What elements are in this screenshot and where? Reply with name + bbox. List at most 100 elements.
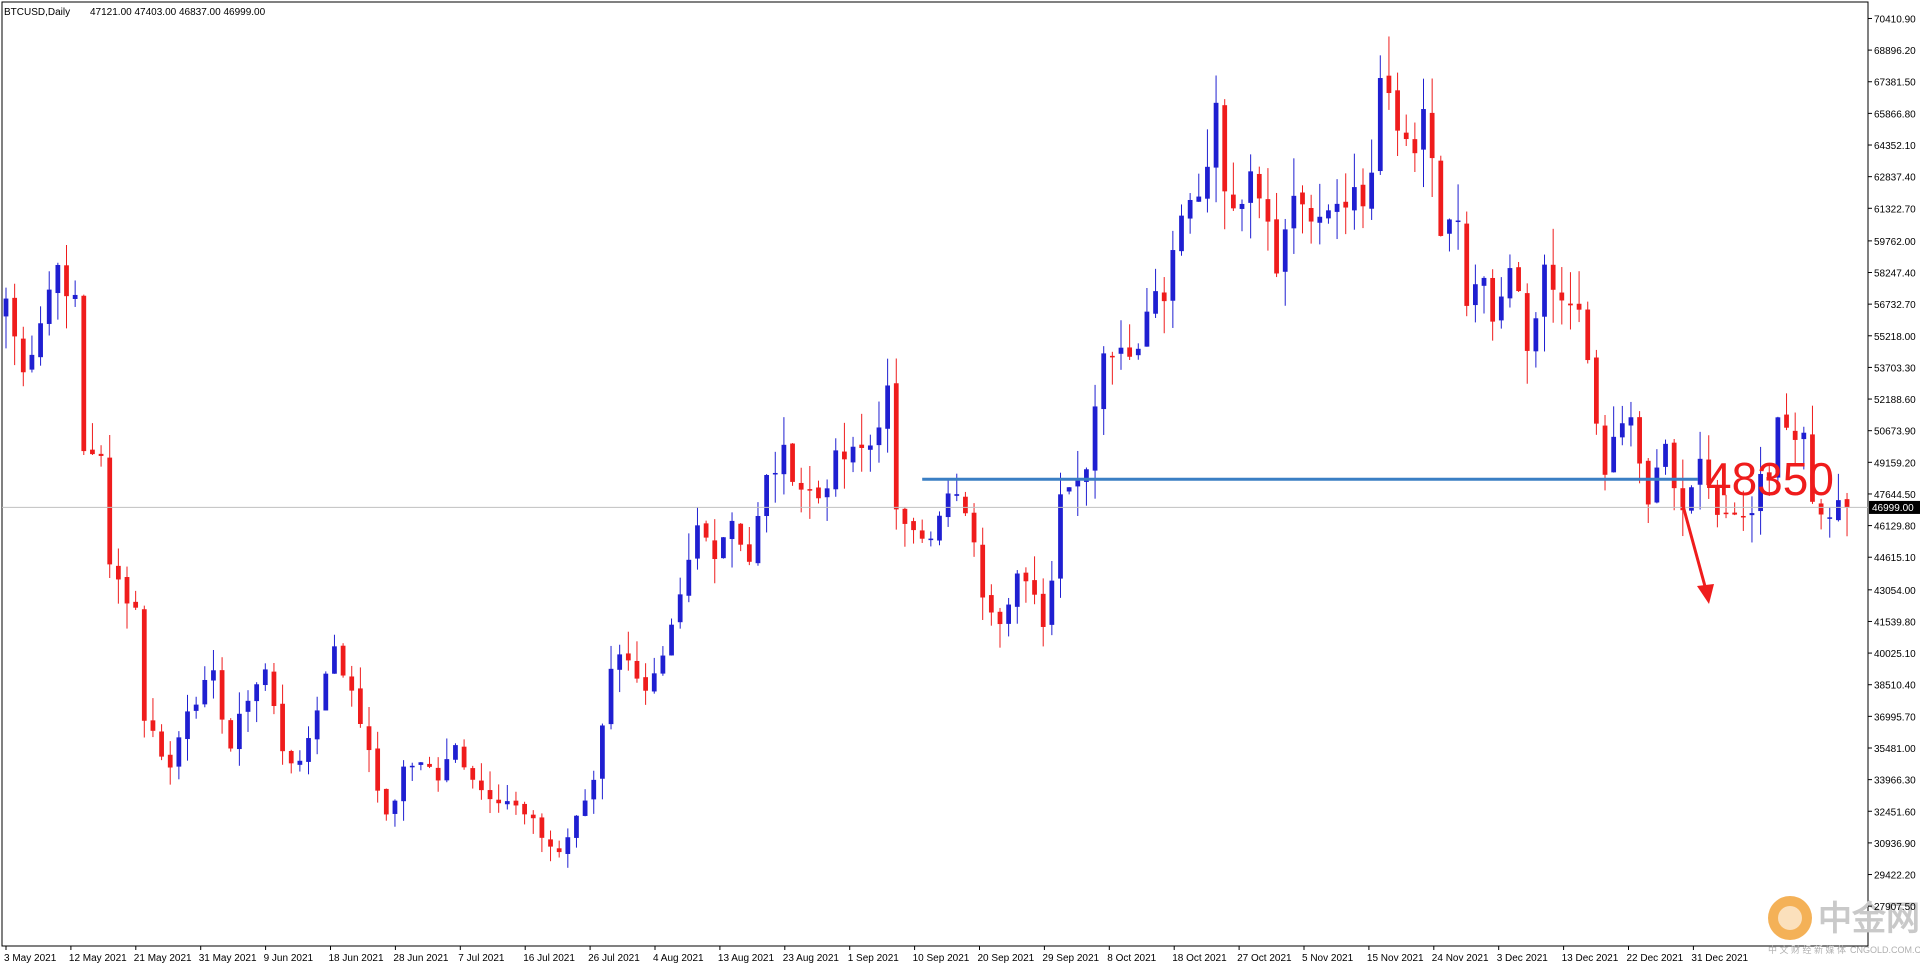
candle-body (167, 754, 173, 768)
candle-body (1749, 513, 1755, 516)
candle-body (1101, 353, 1107, 410)
candle-body (1611, 436, 1617, 473)
candle-body (1533, 318, 1539, 352)
candle-body (470, 768, 476, 780)
y-tick-label: 36995.70 (1874, 712, 1916, 723)
candle-body (1472, 284, 1478, 306)
x-tick-label: 13 Dec 2021 (1562, 953, 1619, 964)
y-tick-label: 62837.40 (1874, 173, 1916, 184)
candle-body (107, 457, 113, 565)
y-tick-label: 40025.10 (1874, 649, 1916, 660)
candle-body (1386, 75, 1392, 94)
x-tick-label: 15 Nov 2021 (1367, 953, 1424, 964)
candle-body (1827, 517, 1833, 519)
x-tick-label: 22 Dec 2021 (1627, 953, 1684, 964)
candle-body (556, 848, 562, 853)
candle-body (1524, 293, 1530, 351)
candle-body (867, 445, 873, 450)
candle-body (816, 487, 821, 499)
candle-body (1671, 442, 1677, 489)
candle-body (401, 766, 406, 802)
x-tick-label: 23 Aug 2021 (783, 953, 840, 964)
candle-body (29, 354, 35, 370)
candle-body (1291, 195, 1297, 229)
candle-body (1351, 187, 1357, 211)
candle-body (893, 383, 899, 510)
candle-body (1092, 406, 1098, 471)
candle-body (902, 508, 908, 524)
candle-body (729, 520, 735, 540)
candle-body (1801, 432, 1807, 440)
candle-body (1014, 573, 1020, 607)
y-tick-label: 41539.80 (1874, 617, 1916, 628)
candle (1438, 155, 1444, 237)
current-price-tag: 46999.00 (1869, 500, 1920, 514)
candle-body (1144, 311, 1150, 347)
y-tick-label: 38510.40 (1874, 681, 1916, 692)
candle-body (202, 679, 208, 705)
candle-body (1464, 223, 1470, 306)
y-tick-label: 29422.20 (1874, 871, 1916, 882)
candle-body (332, 646, 337, 674)
candle-body (81, 295, 87, 452)
candle-body (565, 837, 571, 854)
candle-body (582, 800, 588, 816)
candle-body (55, 264, 61, 294)
candle-body (236, 713, 242, 750)
candle-body (781, 444, 787, 475)
candle (1594, 349, 1599, 435)
candle-body (885, 385, 890, 429)
candle-body (746, 544, 752, 562)
candle-body (1542, 264, 1547, 317)
candle-body (245, 700, 251, 712)
candle-body (997, 611, 1003, 625)
chart-background (0, 0, 1920, 968)
candle-body (695, 525, 700, 559)
candle-body (1654, 467, 1660, 503)
candle-body (418, 762, 424, 765)
candle-body (219, 670, 225, 720)
x-tick-label: 26 Jul 2021 (588, 953, 640, 964)
candle-body (919, 530, 925, 539)
candle-body (1740, 515, 1746, 518)
candle-body (945, 493, 951, 518)
candle-body (755, 515, 761, 564)
x-tick-label: 16 Jul 2021 (523, 953, 575, 964)
candle-body (1023, 572, 1029, 582)
candle-body (530, 814, 536, 819)
y-tick-label: 61322.70 (1874, 204, 1916, 215)
level-annotation: 48350 (1706, 453, 1834, 505)
candle-body (600, 725, 605, 779)
candle-body (1585, 309, 1591, 361)
candle-body (1412, 139, 1418, 154)
x-tick-label: 27 Oct 2021 (1237, 953, 1292, 964)
candle-body (625, 653, 631, 661)
candle (81, 294, 87, 456)
x-tick-label: 29 Sep 2021 (1042, 953, 1099, 964)
candle-body (185, 711, 190, 740)
candle (1585, 301, 1591, 364)
candle-body (1403, 132, 1409, 140)
candle-body (288, 750, 294, 764)
x-tick-label: 7 Jul 2021 (458, 953, 505, 964)
candle-body (1377, 78, 1383, 172)
x-tick-label: 4 Aug 2021 (653, 953, 704, 964)
candle-body (1784, 414, 1789, 428)
candle-body (409, 765, 415, 768)
candle-body (487, 790, 493, 800)
candle-body (712, 540, 718, 560)
y-tick-label: 68896.20 (1874, 46, 1916, 57)
candle-body (1550, 264, 1556, 290)
symbol-label: BTCUSD,Daily (4, 7, 70, 18)
candle-body (643, 677, 648, 691)
candle-body (539, 817, 545, 838)
candle-body (971, 512, 977, 543)
candle-body (20, 338, 26, 373)
candle-body (115, 565, 121, 580)
candle-body (98, 453, 104, 456)
x-tick-label: 28 Jun 2021 (393, 953, 448, 964)
candle-body (133, 601, 139, 608)
candle-body (928, 538, 934, 541)
candle-body (254, 684, 260, 702)
candle-body (262, 669, 268, 686)
